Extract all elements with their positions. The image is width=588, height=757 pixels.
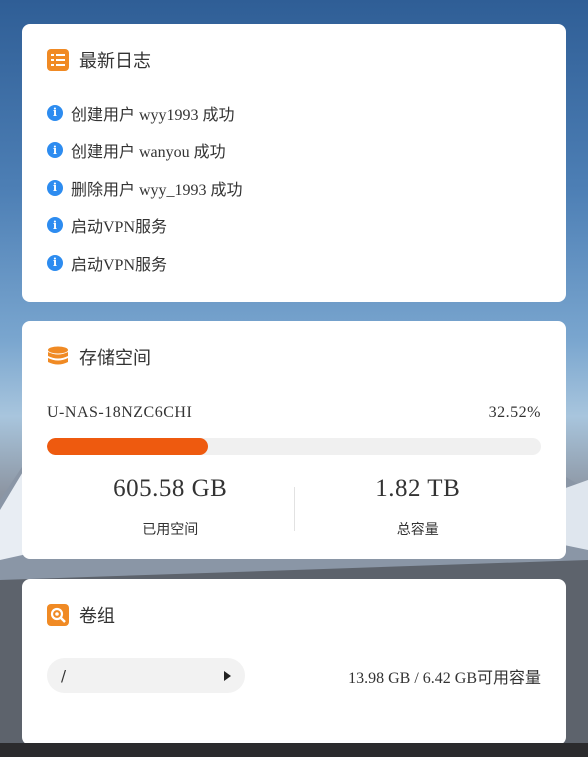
info-icon: i	[47, 254, 63, 271]
volume-title: 卷组	[79, 606, 115, 627]
info-icon: i	[47, 179, 63, 196]
log-text: 创建用户 wyy1993 成功	[71, 106, 235, 124]
log-text: 启动VPN服务	[71, 219, 168, 237]
info-icon: i	[47, 142, 63, 159]
storage-title: 存储空间	[79, 348, 151, 369]
logs-header: 最新日志	[47, 24, 541, 96]
total-capacity-label: 总容量	[396, 522, 439, 538]
volume-capacity: 13.98 GB / 6.42 GB可用容量	[348, 669, 541, 687]
bottom-bar	[0, 743, 588, 757]
used-space-value: 605.58 GB	[113, 475, 228, 502]
log-item: i 创建用户 wyy1993 成功	[47, 94, 541, 132]
logs-card: 最新日志 i 创建用户 wyy1993 成功 i 创建用户 wanyou 成功 i删…	[22, 24, 566, 302]
device-name: U-NAS-18NZC6CHI	[47, 404, 193, 421]
usage-progress-fill	[47, 438, 208, 455]
usage-percent: 32.52%	[488, 404, 541, 421]
used-space-label: 已用空间	[142, 522, 199, 538]
log-item: i 启动VPN服务	[47, 244, 541, 282]
log-text: 删除用户 wyy_1993 成功	[71, 181, 243, 199]
log-item: i 启动VPN服务	[47, 207, 541, 245]
volume-select[interactable]: /	[47, 658, 245, 693]
volume-search-icon	[47, 604, 69, 626]
total-capacity-value: 1.82 TB	[375, 475, 461, 502]
storage-header: 存储空间	[47, 321, 541, 393]
device-row: U-NAS-18NZC6CHI 32.52%	[47, 404, 541, 422]
database-icon	[48, 346, 68, 365]
used-space-stat: 605.58 GB 已用空间	[47, 471, 294, 539]
log-text: 创建用户 wanyou 成功	[71, 144, 226, 162]
log-list-icon	[47, 49, 69, 71]
volume-select-value: /	[61, 666, 67, 685]
volume-row: / 13.98 GB / 6.42 GB可用容量	[47, 658, 541, 693]
storage-stats: 605.58 GB 已用空间 1.82 TB 总容量	[47, 471, 541, 539]
log-text: 启动VPN服务	[71, 256, 168, 274]
volume-card: 卷组 / 13.98 GB / 6.42 GB可用容量	[22, 579, 566, 745]
info-icon: i	[47, 104, 63, 121]
logs-title: 最新日志	[79, 51, 151, 72]
storage-card: 存储空间 U-NAS-18NZC6CHI 32.52% 605.58 GB 已用…	[22, 321, 566, 559]
log-list: i 创建用户 wyy1993 成功 i 创建用户 wanyou 成功 i 删除用户 w…	[47, 94, 541, 282]
log-item: i 删除用户 wyy_1993 成功	[47, 169, 541, 207]
total-capacity-stat: 1.82 TB 总容量	[295, 471, 542, 539]
volume-header: 卷组	[47, 579, 541, 651]
caret-right-icon	[224, 670, 231, 681]
usage-progress-bar	[47, 438, 541, 455]
info-icon: i	[47, 217, 63, 234]
log-item: i 创建用户 wanyou 成功	[47, 132, 541, 170]
